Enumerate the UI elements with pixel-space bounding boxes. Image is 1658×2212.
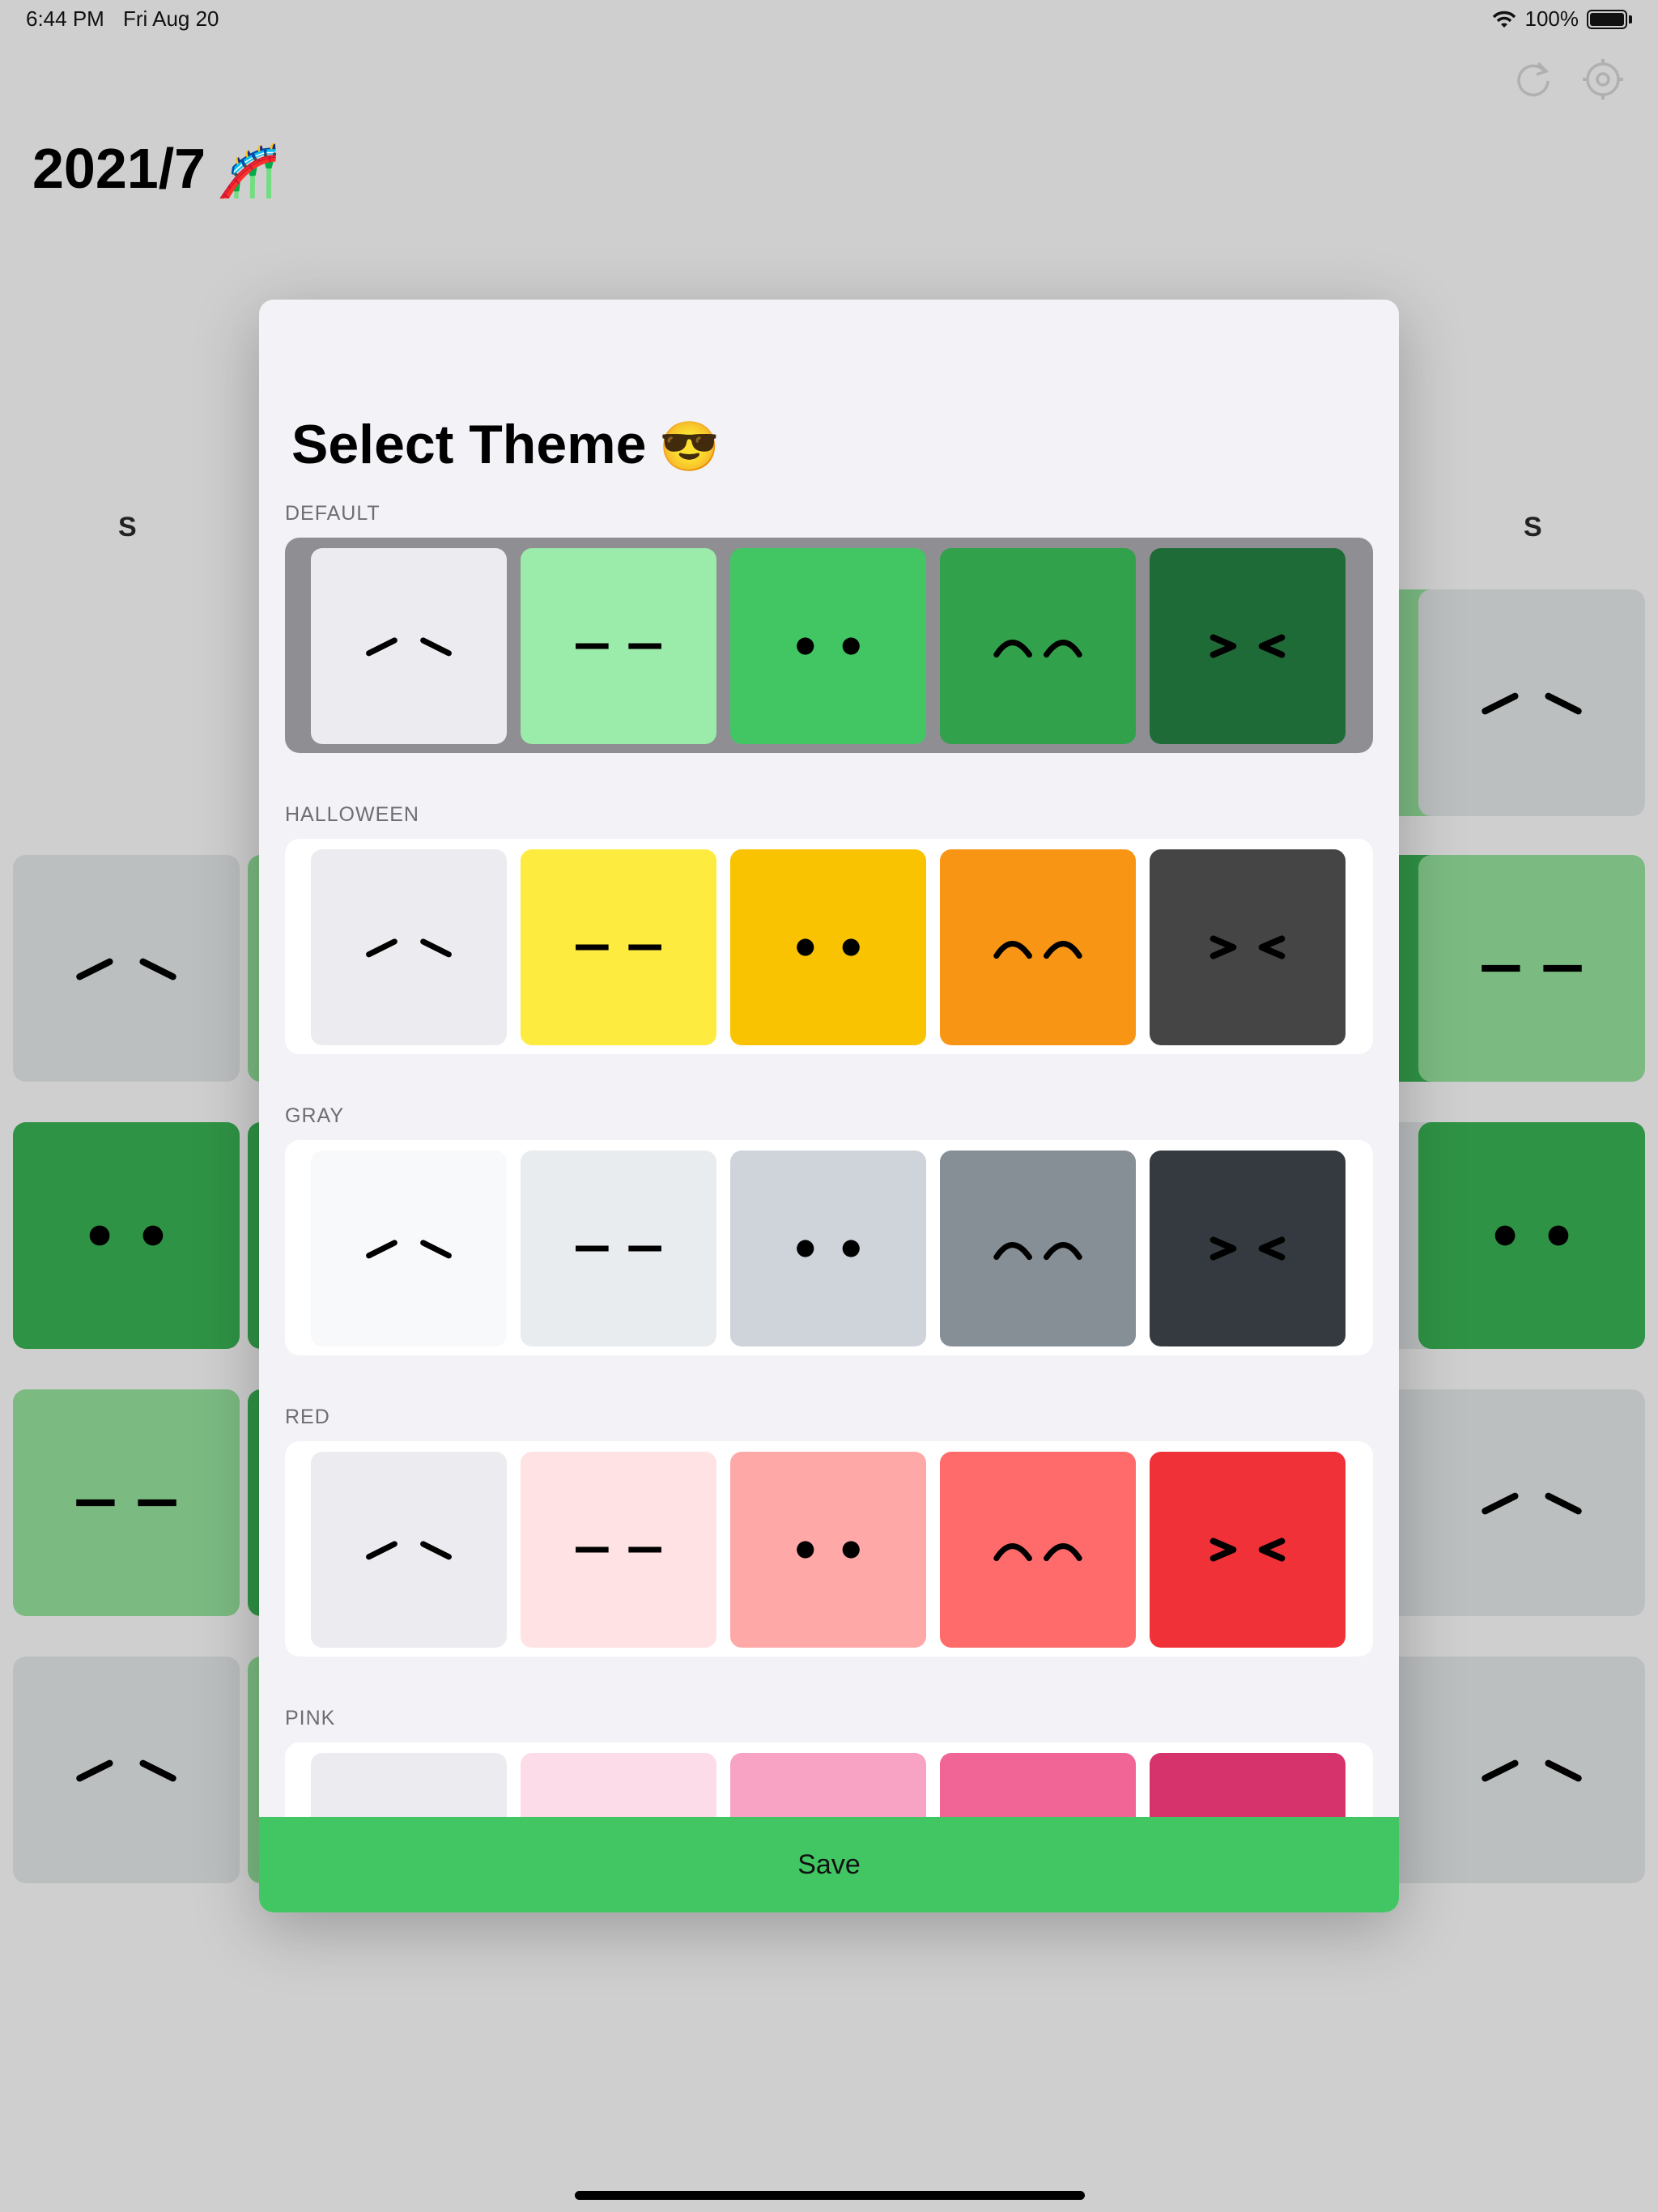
face-neutral-icon — [366, 938, 452, 958]
theme-option-gray[interactable] — [285, 1140, 1373, 1355]
theme-swatch — [521, 1151, 716, 1346]
theme-list[interactable]: Select Theme 😎 DEFAULT HALLOWEEN GRAY RED PIN… — [259, 300, 1399, 1817]
settings-icon[interactable] — [1580, 57, 1626, 102]
face-flat-icon — [576, 944, 661, 951]
face-happy-icon — [993, 640, 1082, 658]
face-neutral-icon — [366, 1541, 452, 1560]
refresh-icon[interactable] — [1511, 57, 1556, 102]
face-squint-icon — [1209, 1236, 1286, 1261]
face-flat-icon — [576, 1245, 661, 1252]
theme-option-red[interactable] — [285, 1441, 1373, 1657]
calendar-day-cell[interactable] — [1418, 855, 1645, 1082]
theme-swatch — [311, 1452, 507, 1648]
face-neutral-icon — [76, 1759, 176, 1782]
face-neutral-icon — [1482, 692, 1582, 715]
sheet-title-text: Select Theme — [291, 414, 647, 475]
status-date: Fri Aug 20 — [123, 6, 219, 31]
face-dots-icon — [89, 1225, 164, 1246]
theme-swatch — [940, 1753, 1136, 1817]
theme-swatch — [1150, 1452, 1346, 1648]
face-squint-icon — [1209, 1538, 1286, 1562]
theme-option-default[interactable] — [285, 538, 1373, 753]
theme-swatch — [311, 548, 507, 744]
face-happy-icon — [993, 1543, 1082, 1562]
theme-swatch — [311, 849, 507, 1045]
face-neutral-icon — [366, 637, 452, 657]
sunglasses-emoji: 😎 — [659, 419, 721, 474]
face-flat-icon — [576, 643, 661, 649]
theme-swatch — [730, 849, 926, 1045]
face-happy-icon — [993, 941, 1082, 959]
face-flat-icon — [1482, 964, 1582, 972]
calendar-day-cell[interactable] — [13, 1122, 240, 1349]
battery-icon — [1587, 9, 1627, 29]
face-neutral-icon — [366, 1240, 452, 1259]
theme-swatch — [1150, 548, 1346, 744]
section-label-default: DEFAULT — [285, 502, 380, 525]
roller-coaster-emoji: 🎢 — [217, 143, 280, 199]
calendar-day-cell[interactable] — [13, 1389, 240, 1616]
face-dots-icon — [797, 1240, 860, 1257]
face-dots-icon — [797, 1541, 860, 1559]
battery-tip — [1629, 15, 1632, 23]
theme-swatch — [730, 1753, 926, 1817]
theme-sheet: Select Theme 😎 DEFAULT HALLOWEEN GRAY RED PIN… — [259, 300, 1399, 1912]
face-neutral-icon — [1482, 1759, 1582, 1782]
face-neutral-icon — [76, 958, 176, 981]
theme-swatch — [940, 548, 1136, 744]
weekday-saturday: S — [1524, 512, 1542, 542]
theme-swatch — [521, 1753, 716, 1817]
section-label-pink: PINK — [285, 1707, 336, 1729]
theme-swatch — [1150, 849, 1346, 1045]
weekday-sunday: S — [118, 512, 137, 542]
section-label-red: RED — [285, 1406, 330, 1428]
theme-swatch — [1150, 1753, 1346, 1817]
section-label-gray: GRAY — [285, 1104, 344, 1127]
home-indicator — [575, 2191, 1085, 2200]
sheet-title: Select Theme 😎 — [291, 413, 720, 476]
calendar-day-cell[interactable] — [1418, 1657, 1645, 1883]
face-neutral-icon — [1482, 1492, 1582, 1515]
section-label-halloween: HALLOWEEN — [285, 803, 419, 826]
face-dots-icon — [1494, 1225, 1569, 1246]
theme-swatch — [1150, 1151, 1346, 1346]
month-title-text: 2021/7 — [32, 137, 206, 200]
wifi-icon — [1492, 11, 1516, 28]
calendar-day-cell[interactable] — [13, 855, 240, 1082]
month-title: 2021/7 🎢 — [32, 136, 279, 201]
status-time: 6:44 PM — [26, 6, 104, 31]
theme-swatch — [940, 1452, 1136, 1648]
theme-option-halloween[interactable] — [285, 839, 1373, 1054]
theme-swatch — [521, 849, 716, 1045]
face-dots-icon — [797, 938, 860, 956]
face-squint-icon — [1209, 634, 1286, 658]
theme-swatch — [940, 849, 1136, 1045]
face-happy-icon — [993, 1242, 1082, 1261]
face-dots-icon — [797, 637, 860, 655]
theme-swatch — [730, 548, 926, 744]
theme-option-pink[interactable] — [285, 1742, 1373, 1817]
status-bar: 6:44 PM Fri Aug 20 100% — [0, 0, 1658, 39]
face-flat-icon — [576, 1546, 661, 1553]
calendar-day-cell[interactable] — [1418, 1389, 1645, 1616]
theme-swatch — [730, 1151, 926, 1346]
theme-swatch — [521, 1452, 716, 1648]
theme-swatch — [730, 1452, 926, 1648]
theme-swatch — [311, 1753, 507, 1817]
face-squint-icon — [1209, 935, 1286, 959]
calendar-day-cell[interactable] — [1418, 1122, 1645, 1349]
calendar-day-cell[interactable] — [1418, 589, 1645, 816]
calendar-day-cell[interactable] — [13, 1657, 240, 1883]
theme-swatch — [940, 1151, 1136, 1346]
save-button[interactable]: Save — [259, 1817, 1399, 1912]
battery-percent: 100% — [1524, 6, 1579, 31]
status-right: 100% — [1491, 6, 1632, 32]
theme-swatch — [311, 1151, 507, 1346]
theme-swatch — [521, 548, 716, 744]
face-flat-icon — [76, 1499, 176, 1507]
